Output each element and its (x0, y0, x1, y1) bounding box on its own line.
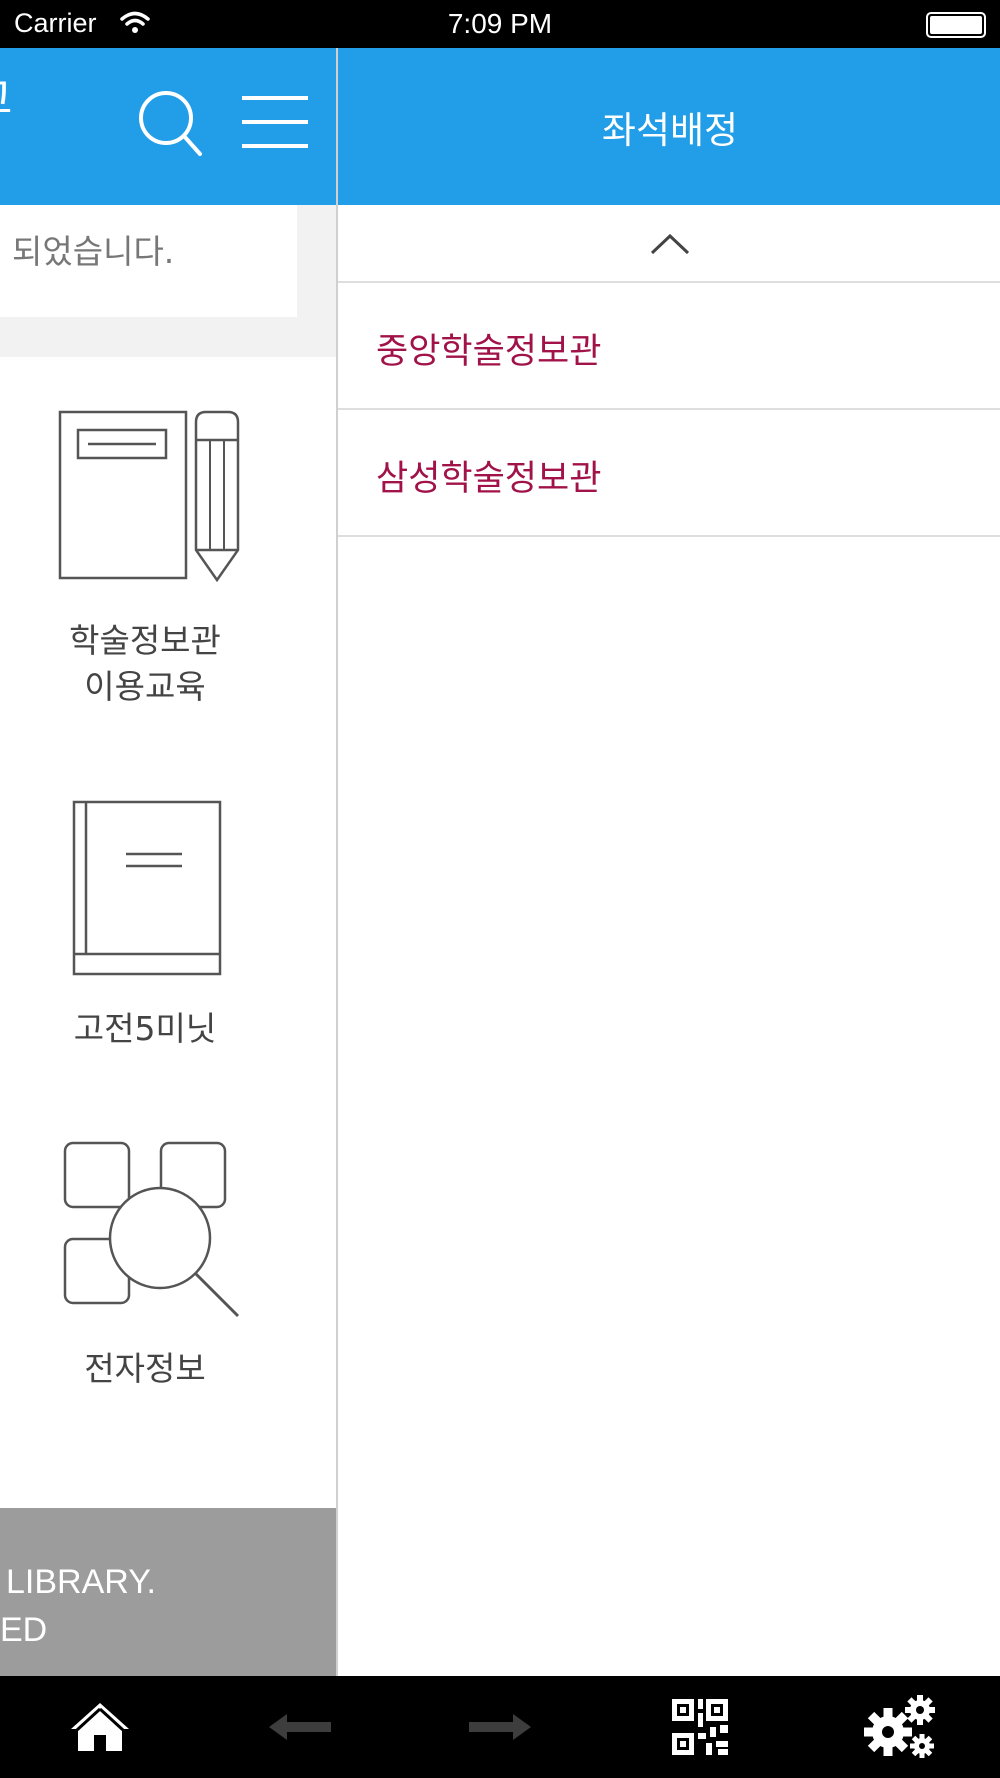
bottom-toolbar (0, 1676, 1000, 1778)
menu-item-label: 전자정보 (84, 1349, 206, 1388)
logo: 고 Y (0, 78, 12, 166)
status-bar: Carrier 7:09 PM (0, 0, 1000, 48)
home-icon (71, 1703, 129, 1751)
main-page: 고 Y 되었습니다. (0, 48, 336, 1676)
panel-header: 좌석배정 (338, 48, 1000, 205)
footer-line-2: ED (0, 1611, 48, 1649)
forward-button[interactable] (400, 1676, 600, 1778)
library-item-central[interactable]: 중앙학술정보관 (338, 283, 1000, 410)
qr-code-button[interactable] (600, 1676, 800, 1778)
library-item-label: 중앙학술정보관 (376, 332, 602, 372)
seat-assignment-panel: 좌석배정 중앙학술정보관 삼성학술정보관 (336, 48, 1000, 1676)
hamburger-menu-icon[interactable] (240, 94, 310, 154)
menu-item-label: 고전5미닛 (73, 1009, 217, 1048)
search-icon[interactable] (136, 88, 206, 162)
settings-button[interactable] (800, 1676, 1000, 1778)
clock: 7:09 PM (447, 8, 553, 39)
notebook-pencil-icon (58, 410, 244, 586)
copyright-footer: LIBRARY. ED (0, 1508, 336, 1676)
battery-icon (926, 12, 986, 38)
library-item-samsung[interactable]: 삼성학술정보관 (338, 410, 1000, 537)
notice-area: 되었습니다. (0, 205, 336, 357)
menu-item-label: 학술정보관 이용교육 (69, 621, 221, 706)
main-header: 고 Y (0, 48, 336, 205)
settings-gears-icon (864, 1695, 935, 1758)
back-button[interactable] (200, 1676, 400, 1778)
qr-code-icon (672, 1699, 728, 1755)
collapse-toggle[interactable] (338, 205, 1000, 283)
home-button[interactable] (0, 1676, 200, 1778)
panel-title: 좌석배정 (601, 109, 739, 152)
notice-text: 되었습니다. (12, 232, 175, 271)
footer-line-1: LIBRARY. (6, 1563, 156, 1601)
notice-box: 되었습니다. (0, 205, 297, 317)
book-icon (70, 800, 224, 980)
chevron-up-icon (650, 233, 690, 255)
forward-arrow-icon (469, 1714, 531, 1740)
back-arrow-icon (269, 1714, 331, 1740)
search-grid-icon (62, 1140, 242, 1330)
library-item-label: 삼성학술정보관 (376, 459, 602, 499)
